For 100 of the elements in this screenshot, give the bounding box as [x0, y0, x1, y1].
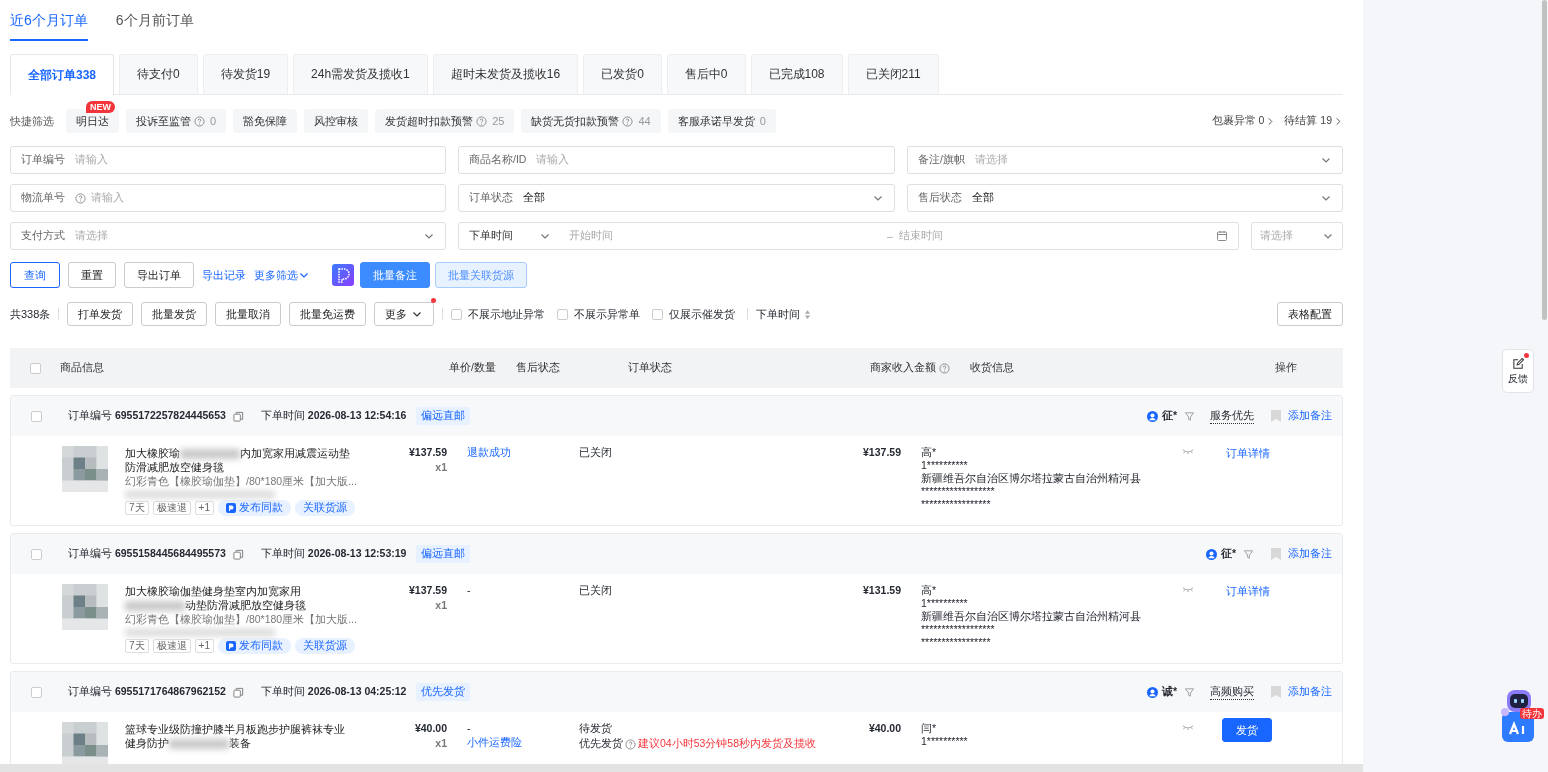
bookmark-icon — [1271, 410, 1281, 422]
toolbar-button[interactable]: 打单发货 — [67, 302, 134, 326]
select-field[interactable]: 订单状态 全部 — [458, 184, 895, 212]
order-detail-link[interactable]: 订单详情 — [1226, 446, 1270, 461]
checkbox[interactable] — [30, 686, 42, 698]
service-tag: +1 — [194, 501, 214, 515]
redaction-blur — [180, 449, 240, 460]
order-status: 已关闭 — [579, 584, 612, 598]
toolbar-button[interactable]: 批量发货 — [141, 302, 208, 326]
status-tab[interactable]: 超时未发货及揽收16 — [432, 54, 579, 94]
publish-similar-button[interactable]: 发布同款 — [217, 500, 291, 516]
toolbar-button[interactable]: 批量取消 — [215, 302, 282, 326]
filter-icon[interactable] — [1184, 410, 1195, 422]
status-link[interactable]: 待结算 19 — [1284, 114, 1343, 128]
action-button[interactable]: 重置 — [68, 262, 116, 288]
product-title[interactable]: 篮球专业级防撞护膝半月板跑步护腿裤袜专业健身防护 装备 — [125, 722, 351, 750]
status-tab[interactable]: 已完成108 — [750, 54, 843, 94]
merchant-income: ¥40.00 — [868, 722, 901, 734]
product-title[interactable]: 加大橡胶瑜伽垫健身垫室内加宽家用 动垫防滑减肥放空健身毯 — [125, 584, 355, 612]
quick-filter-chip[interactable]: 风控审核 — [304, 109, 369, 133]
link-source-button[interactable]: 关联货源 — [294, 638, 355, 654]
checkbox[interactable] — [29, 362, 41, 374]
quick-filter-chip[interactable]: 发货超时扣款预警 25 — [375, 109, 515, 133]
toolbar-button[interactable]: 更多 — [374, 302, 435, 326]
feedback-button[interactable]: 反馈 — [1502, 349, 1534, 393]
quick-filter-chip[interactable]: 豁免保障 — [233, 109, 298, 133]
add-note-link[interactable]: 添加备注 — [1288, 685, 1332, 699]
service-tag: +1 — [194, 639, 214, 653]
select-field[interactable]: 售后状态 全部 — [907, 184, 1343, 212]
product-title[interactable]: 加大橡胶瑜 内加宽家用减震运动垫防滑减肥放空健身毯 — [125, 446, 355, 474]
bookmark-icon — [1271, 686, 1281, 698]
after-sale-link[interactable]: 退款成功 — [467, 446, 511, 460]
input-field[interactable]: 商品名称/ID 请输入 — [458, 146, 895, 174]
order-number: 订单编号 6955171764867962152 — [68, 685, 226, 699]
add-note-link[interactable]: 添加备注 — [1288, 547, 1332, 561]
link-source-button[interactable]: 关联货源 — [294, 500, 355, 516]
copy-icon[interactable] — [232, 410, 244, 422]
period-tab[interactable]: 近6个月订单 — [10, 0, 88, 41]
input-field[interactable]: 订单编号 请输入 — [10, 146, 446, 174]
order-detail-link[interactable]: 订单详情 — [1226, 584, 1270, 599]
unit-price: ¥137.59 — [409, 584, 447, 596]
copy-icon[interactable] — [232, 686, 244, 698]
checkbox[interactable] — [557, 308, 569, 320]
status-tab[interactable]: 已发货0 — [583, 54, 662, 94]
vertical-scrollbar[interactable] — [1542, 0, 1547, 320]
recipient-address: 新疆维吾尔自治区博尔塔拉蒙古自治州精河县 ****************** ***************** — [921, 610, 1142, 649]
service-tag: 7天 — [125, 501, 149, 515]
quick-filter-chip[interactable]: 缺货无货扣款预警 44 — [521, 109, 661, 133]
product-sku: 幻彩青色【橡胶瑜伽垫】/80*180厘米【加大版... — [125, 475, 355, 489]
status-tab[interactable]: 待支付0 — [119, 54, 198, 94]
redaction-blur — [125, 601, 185, 612]
input-field[interactable]: 物流单号 请输入 — [10, 184, 446, 212]
ship-button[interactable]: 发货 — [1222, 718, 1272, 742]
status-tab[interactable]: 已关闭211 — [847, 54, 939, 94]
checkbox[interactable] — [451, 308, 463, 320]
more-filters-link[interactable]: 更多筛选 — [254, 267, 310, 283]
checkbox[interactable] — [652, 308, 664, 320]
status-link[interactable]: 包裹异常 0 — [1211, 114, 1276, 128]
chevron-right-icon — [1266, 116, 1276, 126]
status-tab[interactable]: 24h需发货及揽收1 — [293, 54, 428, 94]
query-button[interactable]: 查询 — [10, 262, 60, 288]
copy-icon[interactable] — [232, 548, 244, 560]
column-header: 订单状态 — [628, 361, 672, 373]
action-button[interactable]: 导出订单 — [124, 262, 194, 288]
checkbox[interactable] — [30, 548, 42, 560]
order-status: 已关闭 — [579, 446, 612, 460]
select-field[interactable]: 支付方式 请选择 — [10, 222, 446, 250]
order-tag: 偏远直邮 — [416, 407, 471, 425]
app-logo-icon[interactable] — [332, 264, 354, 286]
quick-filter-chip[interactable]: 投诉至监管 0 — [126, 109, 227, 133]
recipient-phone: 1********** — [921, 735, 968, 748]
horizontal-scrollbar[interactable] — [0, 764, 1363, 772]
status-tab[interactable]: 售后中0 — [666, 54, 746, 94]
export-log-link[interactable]: 导出记录 — [202, 267, 246, 283]
checkbox[interactable] — [30, 410, 42, 422]
select-field[interactable]: 备注/旗帜 请选择 — [907, 146, 1343, 174]
eye-closed-icon[interactable] — [1182, 724, 1194, 731]
order-tag: 偏远直邮 — [416, 545, 471, 563]
sort-toggle[interactable]: 下单时间 — [756, 306, 812, 322]
date-range-field[interactable]: 下单时间 开始时间 – 结束时间 — [458, 222, 1239, 250]
toolbar-button[interactable]: 批量免运费 — [289, 302, 367, 326]
ai-assistant-button[interactable]: 待办 — [1500, 686, 1544, 746]
column-header: 收货信息 — [970, 361, 1014, 373]
buyer-name: 诚* — [1161, 685, 1177, 699]
quick-filter-chip[interactable]: 客服承诺早发货 0 — [667, 109, 776, 133]
status-tab[interactable]: 待发货19 — [202, 54, 289, 94]
quick-filter-chip[interactable]: 明日达 — [66, 109, 119, 133]
add-note-link[interactable]: 添加备注 — [1288, 409, 1332, 423]
period-tab[interactable]: 6个月前订单 — [115, 0, 194, 41]
status-tab[interactable]: 全部订单338 — [10, 54, 115, 95]
filter-icon[interactable] — [1184, 686, 1195, 698]
order-number: 订单编号 6955172257824445653 — [68, 409, 226, 423]
filter-icon[interactable] — [1243, 548, 1254, 560]
table-config-button[interactable]: 表格配置 — [1277, 302, 1343, 326]
after-sale-status: - — [467, 584, 471, 596]
insurance-link[interactable]: 小件运费险 — [467, 736, 522, 750]
unit-price: ¥137.59 — [409, 446, 447, 458]
publish-similar-button[interactable]: 发布同款 — [217, 638, 291, 654]
eye-closed-icon[interactable] — [1182, 448, 1194, 455]
eye-closed-icon[interactable] — [1182, 586, 1194, 593]
